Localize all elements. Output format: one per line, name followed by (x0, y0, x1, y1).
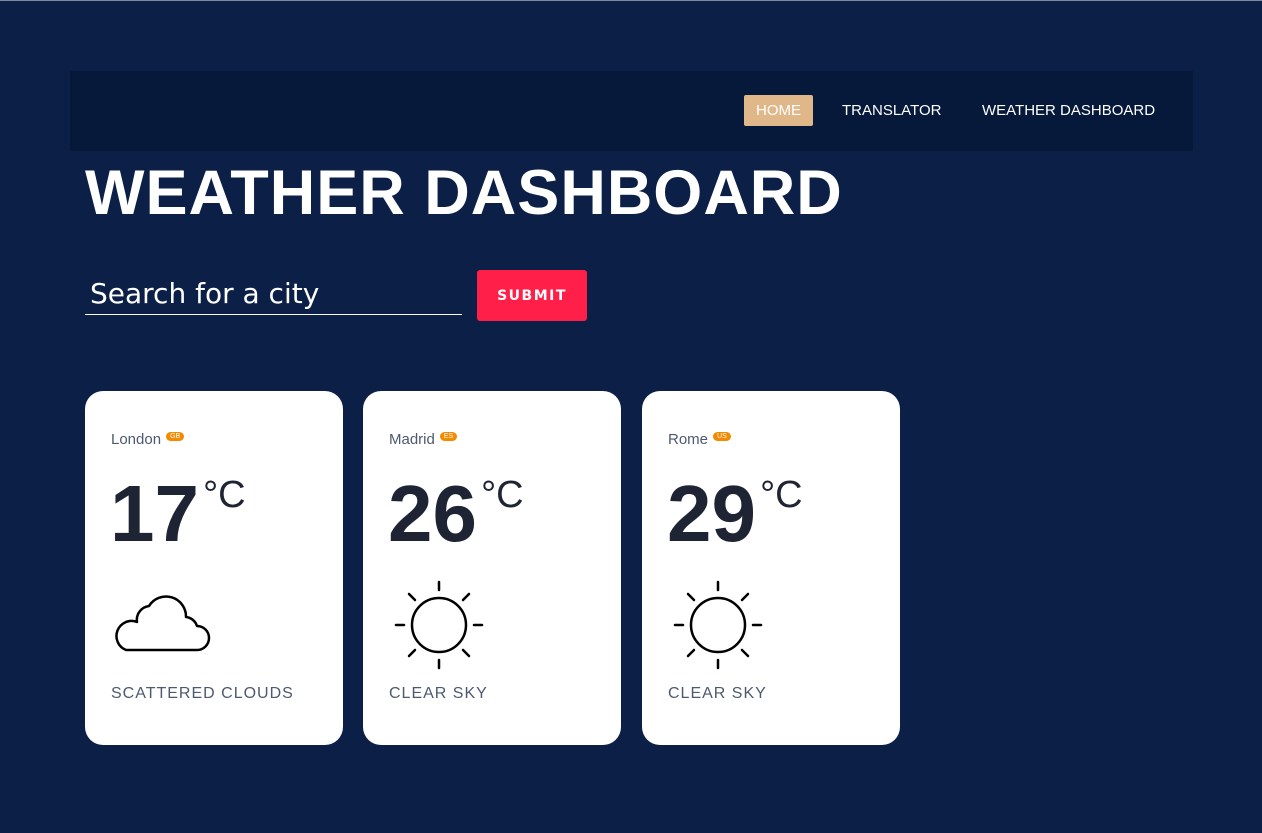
temperature-value: 29 (667, 469, 756, 558)
weather-card-rome: Rome US 29 °C CLEAR SKY (642, 391, 900, 745)
city-row: London GB (111, 431, 185, 449)
city-name: London (111, 431, 162, 448)
temperature: 29 °C (667, 469, 803, 559)
submit-button[interactable]: SUBMIT (477, 270, 587, 321)
city-search-input[interactable] (85, 273, 462, 315)
cloud-icon (111, 577, 211, 677)
sun-icon (668, 577, 768, 677)
city-row: Rome US (668, 431, 731, 449)
page-title: WEATHER DASHBOARD (85, 158, 843, 228)
weather-description: CLEAR SKY (668, 685, 767, 702)
temperature: 26 °C (388, 469, 524, 559)
weather-description: CLEAR SKY (389, 685, 488, 702)
navbar: HOME TRANSLATOR WEATHER DASHBOARD (70, 71, 1193, 151)
temperature-value: 26 (388, 469, 477, 558)
nav-weather-dashboard-link[interactable]: WEATHER DASHBOARD (970, 95, 1167, 126)
temperature-value: 17 (110, 469, 199, 558)
nav-translator-link[interactable]: TRANSLATOR (830, 95, 953, 126)
nav-home-link[interactable]: HOME (744, 95, 813, 126)
country-badge: ES (439, 432, 458, 441)
temperature-unit: °C (202, 474, 246, 516)
city-row: Madrid ES (389, 431, 458, 449)
temperature: 17 °C (110, 469, 246, 559)
weather-card-madrid: Madrid ES 26 °C CLEAR SKY (363, 391, 621, 745)
country-badge: US (713, 432, 731, 441)
sun-icon (389, 577, 489, 677)
country-badge: GB (166, 432, 185, 441)
temperature-unit: °C (480, 474, 524, 516)
city-name: Madrid (389, 431, 435, 448)
temperature-unit: °C (759, 474, 803, 516)
weather-card-london: London GB 17 °C SCATTERED CLOUDS (85, 391, 343, 745)
city-name: Rome (668, 431, 709, 448)
weather-description: SCATTERED CLOUDS (111, 685, 294, 702)
